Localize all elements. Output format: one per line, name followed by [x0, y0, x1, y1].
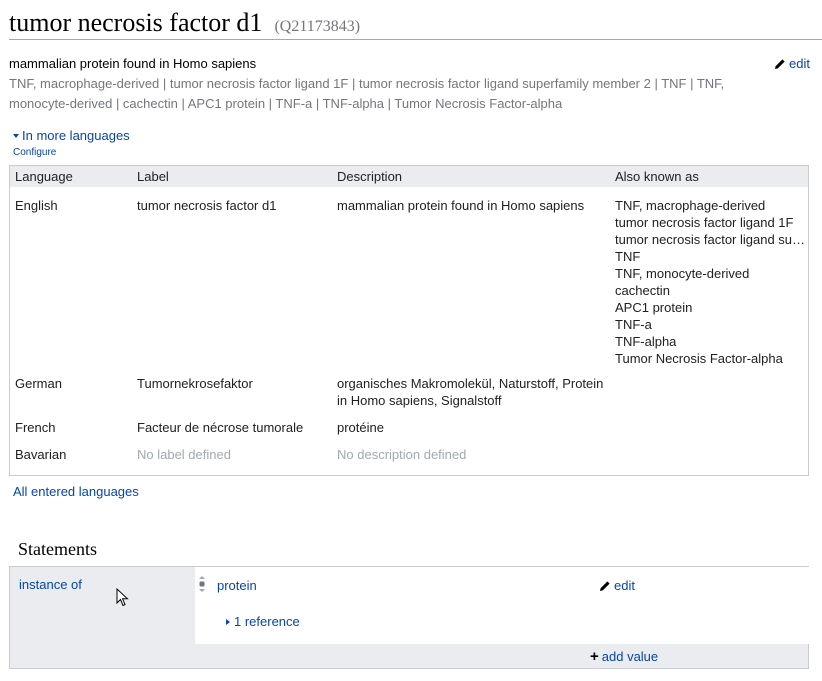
- references-label: 1 reference: [234, 614, 300, 629]
- more-languages-label: In more languages: [22, 128, 130, 143]
- mouse-pointer-icon: [116, 588, 129, 607]
- references-toggle[interactable]: 1 reference: [226, 614, 300, 629]
- add-value-label: add value: [601, 649, 659, 664]
- alias-item: TNF, macrophage-derived: [615, 198, 766, 213]
- property-link[interactable]: instance of: [19, 577, 82, 592]
- row-label: Tumornekrosefaktor: [137, 376, 253, 391]
- row-language: English: [15, 198, 58, 213]
- edit-summary-label: edit: [789, 56, 810, 71]
- alias-item: APC1 protein: [615, 300, 693, 315]
- alias-item: TNF: [615, 249, 641, 264]
- page-title: tumor necrosis factor d1: [9, 8, 263, 37]
- alias-item: TNF-a: [615, 317, 652, 332]
- edit-statement-label: edit: [614, 578, 635, 593]
- row-label: tumor necrosis factor d1: [137, 198, 277, 213]
- alias-item: tumor necrosis factor ligand 1F: [615, 215, 794, 230]
- languages-table: Language Label Description Also known as…: [9, 165, 809, 476]
- row-label: No label defined: [137, 447, 231, 462]
- header-language: Language: [15, 169, 73, 184]
- triangle-down-icon: [13, 133, 19, 138]
- entity-description: mammalian protein found in Homo sapiens: [9, 56, 257, 71]
- row-label: Facteur de nécrose tumorale: [137, 420, 304, 435]
- pencil-icon: [775, 58, 785, 69]
- row-description: mammalian protein found in Homo sapiens: [337, 198, 585, 213]
- statement-group-instance-of: instance of protein edit 1 reference + a…: [9, 566, 809, 669]
- pencil-icon: [600, 580, 610, 591]
- all-entered-languages-link[interactable]: All entered languages: [13, 484, 139, 499]
- statement-value-link[interactable]: protein: [217, 578, 257, 593]
- configure-languages-link[interactable]: Configure: [13, 147, 56, 158]
- more-languages-toggle[interactable]: In more languages: [13, 128, 130, 143]
- row-language: French: [15, 420, 56, 435]
- statement-value-area: protein edit 1 reference: [195, 567, 809, 644]
- alias-item: cachectin: [615, 283, 670, 298]
- page-heading: tumor necrosis factor d1 (Q21173843): [9, 8, 822, 40]
- header-description: Description: [337, 169, 403, 184]
- plus-icon: +: [590, 648, 599, 665]
- add-value-button[interactable]: + add value: [590, 649, 658, 664]
- row-description: No description defined: [337, 447, 467, 462]
- entity-aliases: TNF, macrophage-derived | tumor necrosis…: [9, 76, 725, 111]
- row-description: protéine: [337, 420, 384, 435]
- edit-statement-button[interactable]: edit: [599, 578, 635, 593]
- alias-item: tumor necrosis factor ligand su…: [615, 232, 806, 247]
- alias-item: TNF-alpha: [615, 334, 677, 349]
- row-language: Bavarian: [15, 447, 67, 462]
- row-language: German: [15, 376, 62, 391]
- header-label: Label: [137, 169, 169, 184]
- header-also-known-as: Also known as: [615, 169, 699, 184]
- triangle-right-icon: [226, 618, 230, 625]
- row-aliases: TNF, macrophage-derived tumor necrosis f…: [615, 197, 807, 367]
- edit-summary-button[interactable]: edit: [774, 56, 810, 71]
- alias-item: TNF, monocyte-derived: [615, 266, 750, 281]
- normal-rank-icon[interactable]: [198, 576, 206, 592]
- languages-table-header: Language Label Description Also known as: [10, 166, 808, 187]
- entity-id: (Q21173843): [274, 18, 361, 35]
- statements-heading: Statements: [18, 539, 97, 559]
- row-description: organisches Makromolekül, Naturstoff, Pr…: [337, 376, 604, 408]
- alias-item: Tumor Necrosis Factor-alpha: [615, 351, 783, 366]
